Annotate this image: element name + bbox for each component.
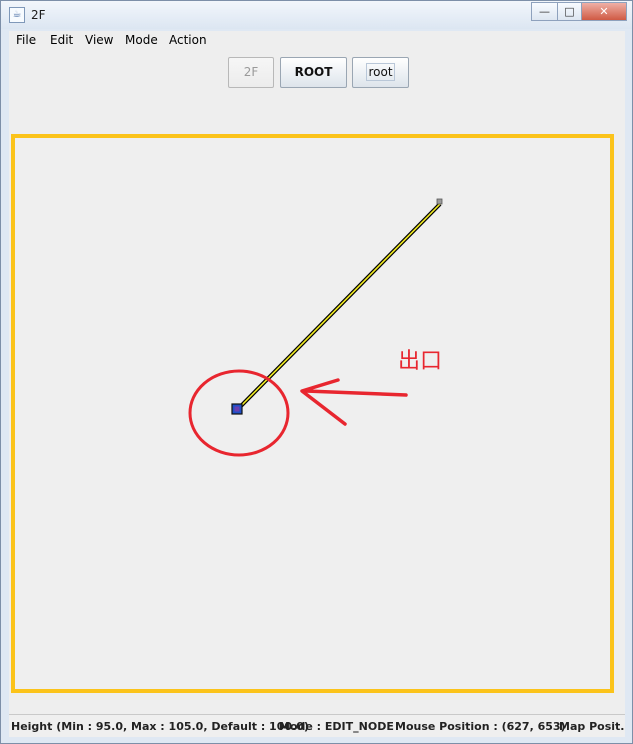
- menu-edit[interactable]: Edit: [50, 33, 73, 47]
- close-button[interactable]: ✕: [581, 2, 627, 21]
- floor-2f-button[interactable]: 2F: [228, 57, 274, 88]
- status-mode: Mode : EDIT_NODE: [279, 720, 394, 733]
- menu-file[interactable]: File: [16, 33, 36, 47]
- window-title: 2F: [31, 8, 46, 22]
- menu-action[interactable]: Action: [169, 33, 207, 47]
- status-height: Height (Min : 95.0, Max : 105.0, Default…: [11, 720, 309, 733]
- status-bar: Height (Min : 95.0, Max : 105.0, Default…: [9, 714, 625, 737]
- status-map-position: Map Posit...: [559, 720, 625, 733]
- maximize-button[interactable]: □: [557, 2, 581, 21]
- annotation-arrow-head: [300, 378, 347, 426]
- root-upper-button[interactable]: ROOT: [280, 57, 347, 88]
- java-app-icon: ☕: [9, 7, 25, 23]
- menu-view[interactable]: View: [85, 33, 113, 47]
- map-overlay: 出口: [188, 198, 443, 457]
- annotation-arrow-shaft: [304, 389, 408, 397]
- status-mouse-position: Mouse Position : (627, 653): [395, 720, 566, 733]
- app-window: ☕ 2F — □ ✕ File Edit View Mode Action 2F…: [0, 0, 633, 744]
- root-lower-button-label: root: [366, 63, 395, 81]
- map-canvas[interactable]: 出口: [11, 134, 614, 693]
- title-bar[interactable]: ☕ 2F — □ ✕: [1, 1, 632, 29]
- minimize-button[interactable]: —: [531, 2, 557, 21]
- menu-bar: File Edit View Mode Action: [9, 31, 625, 51]
- exit-label: 出口: [398, 349, 442, 374]
- menu-mode[interactable]: Mode: [125, 33, 158, 47]
- path-node-end[interactable]: [436, 198, 443, 205]
- exit-node-center: [234, 406, 240, 412]
- root-lower-button[interactable]: root: [352, 57, 409, 88]
- client-area: File Edit View Mode Action 2F ROOT root: [9, 31, 625, 737]
